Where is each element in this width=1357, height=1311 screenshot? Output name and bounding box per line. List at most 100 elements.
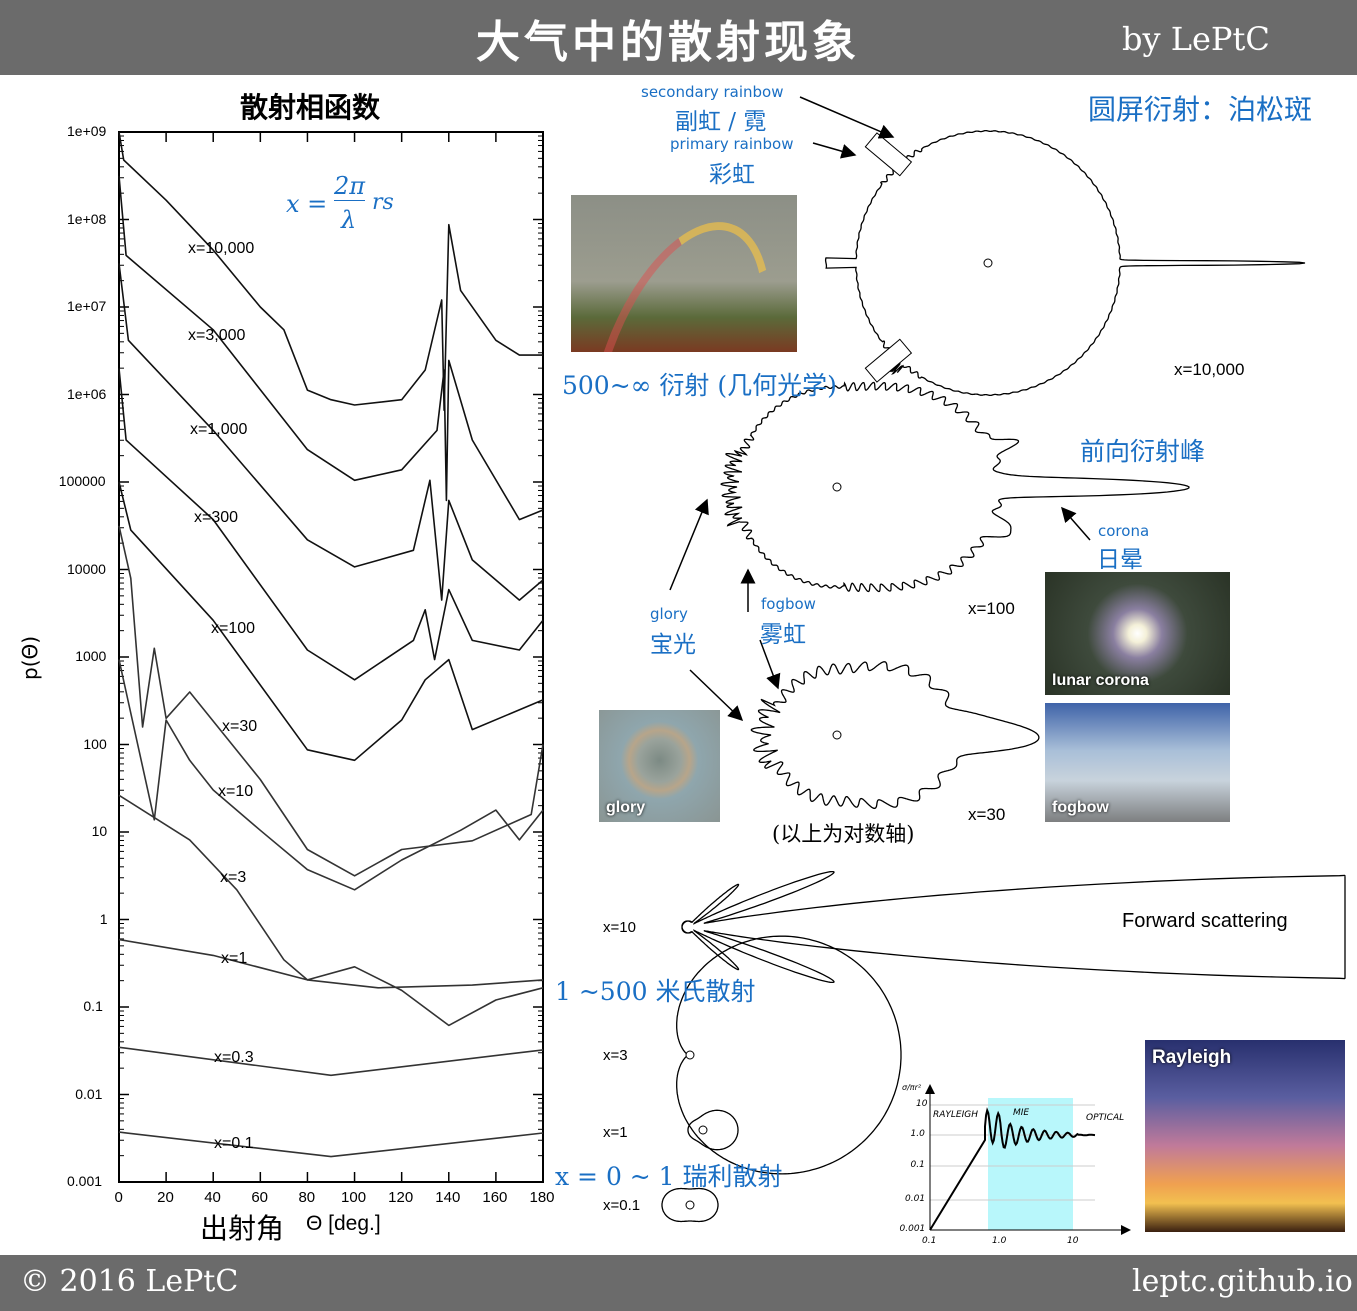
pointer-arrow — [670, 500, 707, 590]
label-x100: x=100 — [968, 599, 1015, 619]
label-x1: x=1 — [603, 1124, 628, 1141]
polar-x30 — [751, 662, 1039, 809]
xs-region-rayleigh: RAYLEIGH — [933, 1110, 978, 1120]
rayleigh-sky-photo: Rayleigh — [1145, 1040, 1345, 1232]
series-line-x=30 — [119, 526, 543, 876]
x-axis-label-en: Θ [deg.] — [306, 1212, 381, 1236]
rainbow-marker — [865, 133, 911, 176]
xs-y-tick: 10 — [916, 1099, 927, 1109]
geometric-optics-title: 500~∞ 衍射 (几何光学) — [562, 366, 837, 402]
y-tick-label: 10000 — [67, 561, 106, 577]
pointer-arrow — [813, 143, 855, 155]
x-tick-label: 120 — [388, 1189, 413, 1206]
series-label: x=300 — [194, 509, 238, 527]
label-x10000: x=10,000 — [1174, 360, 1244, 380]
series-label: x=100 — [211, 620, 255, 638]
lunar-corona-photo: lunar corona — [1045, 572, 1230, 695]
y-tick-label: 100 — [83, 736, 106, 752]
series-line-x=300 — [119, 368, 543, 680]
copyright: © 2016 LePtC — [20, 1264, 238, 1299]
footer-bar: © 2016 LePtC leptc.github.io — [0, 1255, 1357, 1311]
label-x3: x=3 — [603, 1047, 628, 1064]
pointer-arrow — [800, 97, 893, 137]
primary-rainbow-cn: 彩虹 — [709, 155, 755, 189]
series-label: x=10 — [218, 783, 253, 801]
infographic: 大气中的散射现象 by LePtC 散射相函数 p(Θ) 出射角 Θ [deg.… — [0, 0, 1357, 1311]
mie-band — [988, 1098, 1073, 1230]
xs-region-optical: OPTICAL — [1086, 1113, 1124, 1123]
scatterer-dot — [833, 483, 841, 491]
y-tick-label: 0.001 — [67, 1173, 102, 1189]
fogbow-photo: fogbow — [1045, 703, 1230, 822]
pointer-arrow — [1062, 508, 1090, 540]
scatterer-dot — [984, 259, 992, 267]
log-axis-note: (以上为对数轴) — [772, 818, 914, 848]
x-tick-label: 40 — [204, 1189, 221, 1206]
x-tick-label: 20 — [157, 1189, 174, 1206]
rayleigh-title: x = 0 ~ 1 瑞利散射 — [555, 1157, 783, 1193]
plot-frame — [119, 132, 543, 1182]
glory-cn: 宝光 — [650, 625, 696, 659]
rainbow-marker — [865, 339, 911, 382]
glory-photo: glory — [599, 710, 720, 822]
series-line-x=100 — [119, 482, 543, 760]
glory-caption: glory — [606, 799, 645, 817]
series-label: x=3,000 — [188, 327, 245, 345]
label-x30: x=30 — [968, 805, 1005, 825]
series-line-x=10 — [119, 660, 543, 890]
xs-y-tick: 0.01 — [905, 1194, 925, 1204]
lunar-corona-caption: lunar corona — [1052, 672, 1149, 690]
secondary-rainbow-cn: 副虹 / 霓 — [675, 102, 766, 136]
x-axis-label-cn: 出射角 — [200, 1207, 284, 1247]
y-tick-label: 1e+06 — [67, 386, 106, 402]
site-link[interactable]: leptc.github.io — [1132, 1264, 1353, 1299]
series-label: x=3 — [220, 869, 246, 887]
scatterer-dot — [833, 731, 841, 739]
y-tick-label: 0.1 — [83, 998, 102, 1014]
series-label: x=0.1 — [214, 1135, 254, 1153]
xs-region-mie: MIE — [1013, 1108, 1029, 1118]
xs-y-tick: 0.1 — [911, 1160, 925, 1170]
series-label: x=10,000 — [188, 240, 254, 258]
series-line-x=10,000 — [119, 132, 543, 410]
cross-section-chart — [930, 1085, 1130, 1230]
y-tick-label: 10 — [92, 823, 108, 839]
y-tick-label: 1000 — [75, 648, 106, 664]
x-tick-label: 160 — [482, 1189, 507, 1206]
xs-y-tick: 0.001 — [900, 1224, 926, 1234]
series-line-x=0.1 — [119, 1132, 543, 1157]
series-label: x=30 — [222, 718, 257, 736]
y-tick-label: 1 — [100, 911, 108, 927]
xs-x-tick: 10 — [1067, 1236, 1078, 1246]
x-tick-label: 80 — [298, 1189, 315, 1206]
glory-en: glory — [650, 605, 688, 623]
corona-cn: 日晕 — [1097, 540, 1143, 574]
forward-peak-label: 前向衍射峰 — [1080, 432, 1205, 468]
chart-title: 散射相函数 — [240, 86, 380, 126]
series-line-x=3,000 — [119, 176, 543, 520]
corona-en: corona — [1098, 522, 1149, 540]
x-tick-label: 180 — [530, 1189, 555, 1206]
fogbow-en: fogbow — [761, 595, 816, 613]
polar-x1 — [688, 1110, 738, 1149]
series-line-x=1,000 — [119, 263, 543, 600]
primary-rainbow-en: primary rainbow — [670, 135, 793, 153]
series-line-x=0.3 — [119, 1047, 543, 1075]
scatterer-dot — [686, 1201, 694, 1209]
scatterer-dot — [699, 1126, 707, 1134]
series-line-x=3 — [119, 795, 543, 1025]
y-tick-label: 1e+09 — [67, 123, 106, 139]
forward-scattering-label: Forward scattering — [1122, 910, 1288, 933]
phase-function-chart — [119, 132, 543, 1182]
series-label: x=0.3 — [214, 1049, 254, 1067]
formula-lhs: x = — [286, 190, 327, 218]
xs-x-tick: 1.0 — [992, 1236, 1006, 1246]
y-tick-label: 1e+07 — [67, 298, 106, 314]
formula-rhs: rs — [372, 190, 394, 215]
secondary-rainbow-en: secondary rainbow — [641, 83, 784, 101]
xs-x-tick: 0.1 — [922, 1236, 936, 1246]
formula-denominator: λ — [341, 206, 356, 234]
formula-numerator: 2π — [334, 172, 365, 201]
x-tick-label: 140 — [435, 1189, 460, 1206]
x-tick-label: 100 — [341, 1189, 366, 1206]
